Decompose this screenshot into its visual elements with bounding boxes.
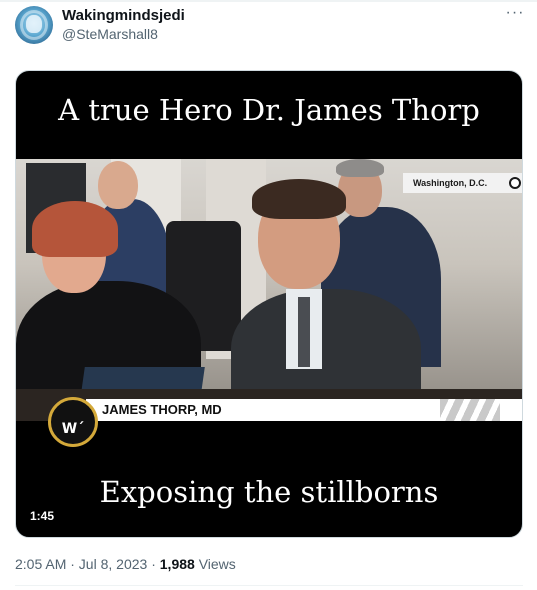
tweet-meta: 2:05 AM · Jul 8, 2023 · 1,988 Views: [15, 556, 236, 572]
speaker-hair: [252, 179, 346, 219]
video-caption-top: A true Hero Dr. James Thorp: [58, 93, 480, 127]
location-tag: Washington, D.C.: [403, 173, 522, 193]
video-caption-bottom: Exposing the stillborns: [99, 475, 439, 509]
bottom-divider: [15, 585, 523, 586]
user-handle[interactable]: @SteMarshall8: [62, 26, 158, 42]
background-person-hair: [336, 159, 384, 177]
name-banner-text: JAMES THORP, MD: [102, 402, 222, 417]
record-icon: [509, 177, 521, 189]
top-divider: [0, 0, 537, 2]
background-person-head: [98, 161, 138, 209]
video-frame: Washington, D.C. JAMES THORP, MD: [16, 159, 522, 421]
more-options-icon[interactable]: ···: [500, 4, 530, 26]
location-text: Washington, D.C.: [413, 178, 488, 188]
banner-stripes: [440, 399, 500, 421]
display-name[interactable]: Wakingmindsjedi: [62, 7, 185, 24]
views-label: Views: [194, 556, 236, 572]
avatar-lion-face: [26, 15, 42, 33]
meta-separator: ·: [147, 556, 160, 572]
views-count: 1,988: [159, 556, 195, 572]
video-player[interactable]: A true Hero Dr. James Thorp Washington, …: [15, 70, 523, 538]
name-banner: JAMES THORP, MD: [86, 399, 522, 421]
video-duration: 1:45: [25, 508, 60, 524]
avatar[interactable]: [15, 6, 53, 44]
woman-hair: [32, 201, 118, 257]
channel-logo-text: W´: [61, 421, 85, 437]
channel-logo: W´: [48, 397, 98, 447]
timestamp[interactable]: 2:05 AM · Jul 8, 2023: [15, 556, 147, 572]
speaker-tie: [298, 297, 310, 367]
